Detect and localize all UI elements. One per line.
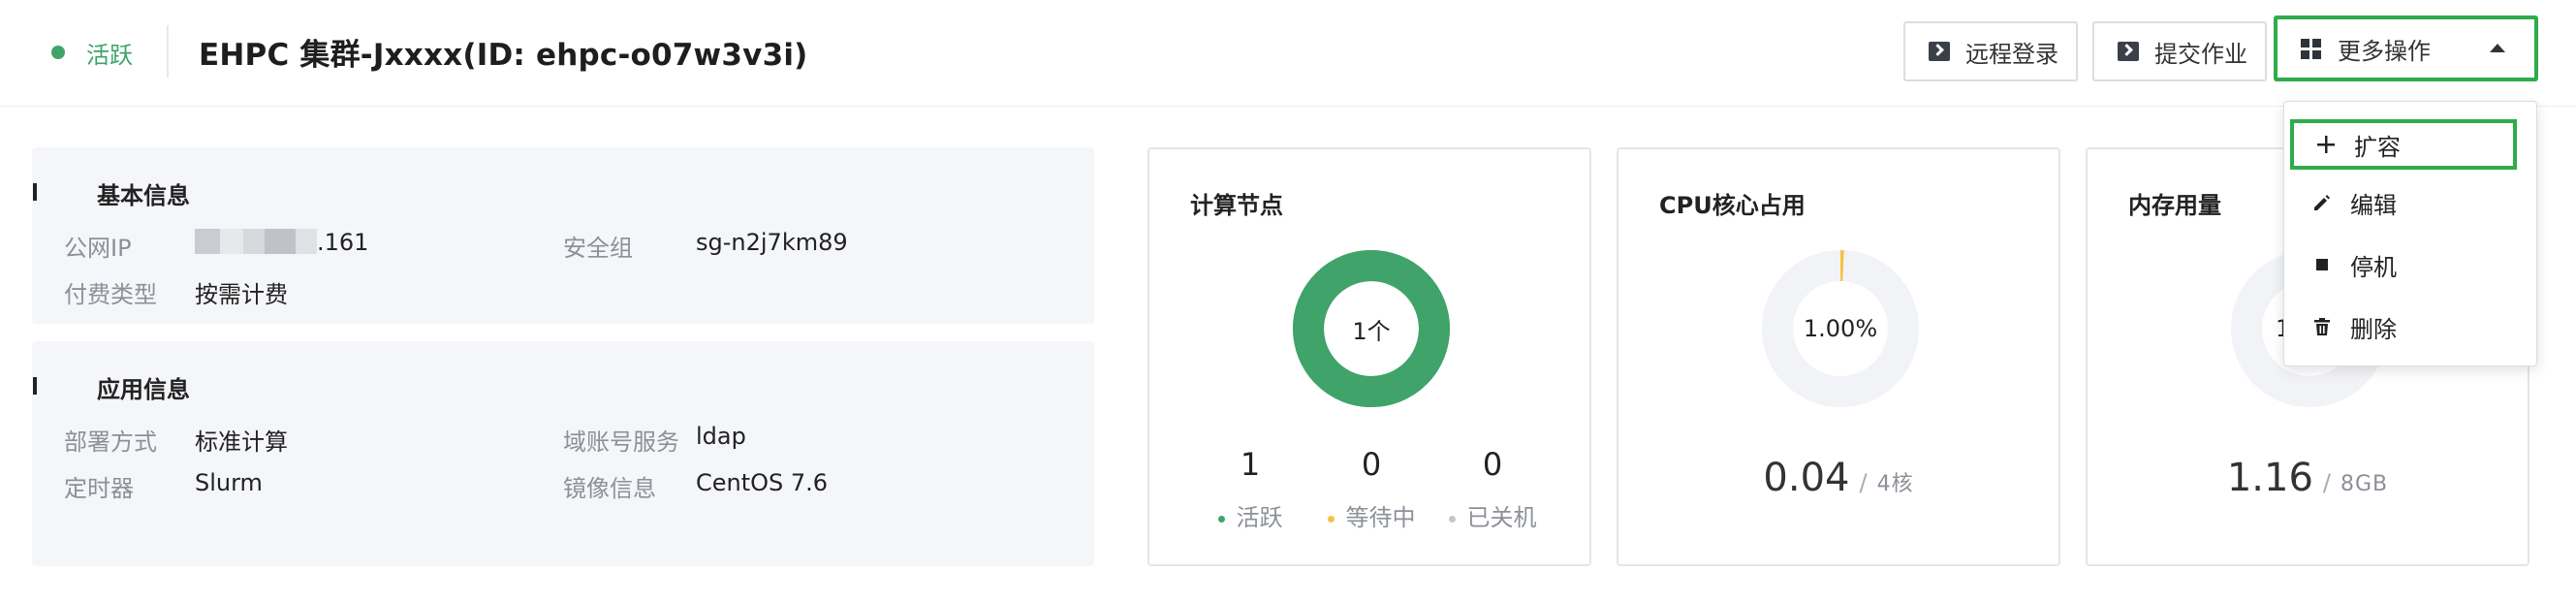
billing-type-label: 付费类型	[64, 281, 157, 308]
active-node-count: 1	[1240, 446, 1261, 483]
cluster-title: EHPC 集群-Jxxxx(ID: ehpc-o07w3v3i)	[199, 38, 808, 73]
legend-dot-pending	[1327, 515, 1335, 523]
scheduler-value: Slurm	[195, 469, 263, 496]
cpu-used-value: 0.04	[1763, 456, 1850, 500]
scheduler-label: 定时器	[64, 475, 134, 502]
deploy-mode-label: 部署方式	[64, 428, 157, 456]
menu-item-label: 编辑	[2350, 191, 2397, 219]
basic-info-title: 基本信息	[97, 182, 190, 209]
public-ip-suffix: .161	[317, 229, 369, 256]
compute-nodes-title: 计算节点	[1190, 192, 1283, 219]
terminal-icon	[2118, 42, 2139, 61]
cpu-usage-value: 0.04/4核	[1763, 456, 1914, 500]
legend-active-label: 活跃	[1236, 504, 1283, 531]
memory-usage-value: 1.16/8GB	[2226, 456, 2389, 500]
compute-nodes-center-label: 1个	[1352, 317, 1391, 345]
redacted-ip-mask	[195, 229, 317, 254]
section-marker	[33, 377, 37, 395]
submit-job-button[interactable]: 提交作业	[2092, 21, 2267, 81]
plus-icon	[2317, 136, 2335, 153]
legend-stopped-label: 已关机	[1466, 504, 1537, 531]
image-info-label: 镜像信息	[563, 475, 656, 502]
grid-icon	[2301, 39, 2322, 59]
menu-item-label: 停机	[2350, 253, 2397, 281]
basic-info-panel: 基本信息 公网IP .161 安全组 sg-n2j7km89 付费类型 按需计费	[32, 147, 1094, 324]
memory-total-value: 8GB	[2340, 472, 2389, 496]
remote-login-label: 远程登录	[1965, 40, 2058, 68]
legend-dot-stopped	[1448, 515, 1456, 523]
chevron-up-icon	[2490, 44, 2505, 52]
cpu-usage-card: CPU核心占用 1.00% 0.04/4核	[1617, 147, 2060, 566]
legend-stopped: 已关机	[1420, 498, 1565, 532]
menu-item-edit[interactable]: 编辑	[2284, 177, 2536, 228]
domain-service-value: ldap	[696, 423, 746, 450]
cpu-usage-title: CPU核心占用	[1659, 192, 1806, 219]
status-dot	[51, 46, 65, 59]
stop-icon	[2316, 259, 2328, 270]
pending-node-count: 0	[1361, 446, 1382, 483]
pencil-icon	[2314, 195, 2330, 210]
legend-pending-label: 等待中	[1345, 504, 1416, 531]
more-actions-label: 更多操作	[2338, 37, 2431, 65]
more-actions-dropdown: 扩容 编辑 停机 删除	[2283, 101, 2537, 366]
security-group-value: sg-n2j7km89	[696, 229, 848, 256]
terminal-icon	[1929, 42, 1950, 61]
app-info-panel: 应用信息 部署方式 标准计算 域账号服务 ldap 定时器 Slurm 镜像信息…	[32, 341, 1094, 566]
cpu-total-value: 4核	[1876, 472, 1914, 496]
legend-dot-active	[1217, 515, 1225, 523]
cpu-usage-center-label: 1.00%	[1803, 315, 1878, 342]
memory-usage-title: 内存用量	[2128, 192, 2221, 219]
menu-item-expand[interactable]: 扩容	[2290, 119, 2517, 170]
public-ip-value: .161	[195, 229, 368, 256]
trash-icon	[2314, 318, 2330, 335]
remote-login-button[interactable]: 远程登录	[1903, 21, 2078, 81]
more-actions-button[interactable]: 更多操作	[2274, 16, 2538, 81]
menu-item-stop[interactable]: 停机	[2284, 239, 2536, 290]
compute-nodes-card: 计算节点 1个 1 0 0 活跃 等待中 已关机	[1147, 147, 1591, 566]
section-marker	[33, 183, 37, 201]
header-divider	[167, 25, 169, 78]
menu-item-label: 删除	[2350, 315, 2397, 343]
menu-item-label: 扩容	[2354, 133, 2401, 161]
status-text: 活跃	[86, 41, 133, 69]
status-indicator: 活跃	[51, 33, 133, 72]
memory-used-value: 1.16	[2226, 456, 2313, 500]
deploy-mode-value: 标准计算	[195, 428, 288, 456]
public-ip-label: 公网IP	[64, 235, 132, 262]
billing-type-value: 按需计费	[195, 281, 288, 308]
image-info-value: CentOS 7.6	[696, 469, 829, 496]
menu-item-delete[interactable]: 删除	[2284, 302, 2536, 352]
stopped-node-count: 0	[1482, 446, 1503, 483]
cluster-header: 活跃 EHPC 集群-Jxxxx(ID: ehpc-o07w3v3i) 远程登录…	[0, 0, 2576, 107]
submit-job-label: 提交作业	[2154, 40, 2247, 68]
security-group-label: 安全组	[563, 235, 633, 262]
app-info-title: 应用信息	[97, 376, 190, 403]
domain-service-label: 域账号服务	[563, 428, 679, 456]
